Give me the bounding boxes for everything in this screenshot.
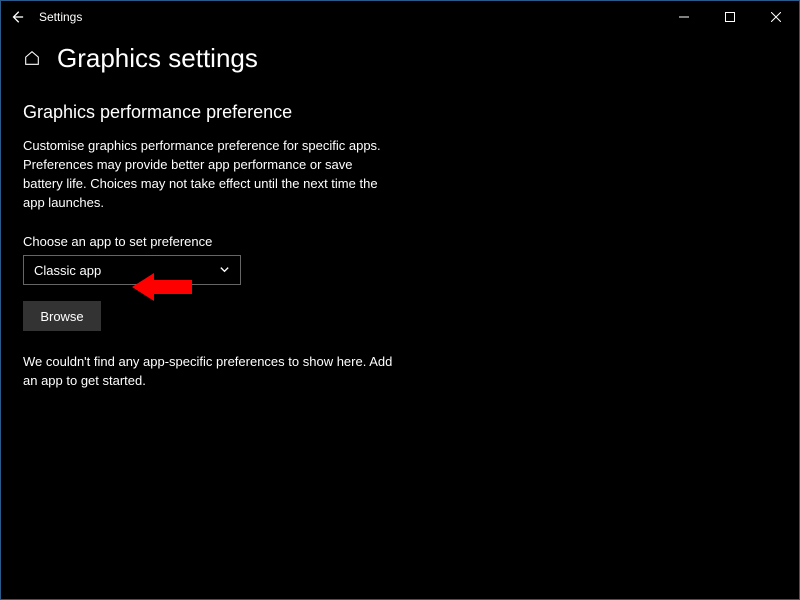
home-icon (23, 49, 41, 67)
close-button[interactable] (753, 1, 799, 33)
page-header: Graphics settings (23, 43, 777, 74)
minimize-icon (679, 12, 689, 22)
back-arrow-icon (10, 10, 24, 24)
titlebar-left: Settings (9, 9, 82, 25)
maximize-button[interactable] (707, 1, 753, 33)
content-area: Graphics settings Graphics performance p… (1, 33, 799, 413)
section-heading: Graphics performance preference (23, 102, 777, 123)
browse-button[interactable]: Browse (23, 301, 101, 331)
minimize-button[interactable] (661, 1, 707, 33)
titlebar: Settings (1, 1, 799, 33)
app-type-dropdown[interactable]: Classic app (23, 255, 241, 285)
choose-app-label: Choose an app to set preference (23, 234, 777, 249)
home-button[interactable] (23, 49, 43, 69)
back-button[interactable] (9, 9, 25, 25)
chevron-down-icon (219, 263, 230, 278)
window-controls (661, 1, 799, 33)
maximize-icon (725, 12, 735, 22)
dropdown-value: Classic app (34, 263, 101, 278)
page-title: Graphics settings (57, 43, 258, 74)
close-icon (771, 12, 781, 22)
titlebar-title: Settings (39, 10, 82, 24)
empty-state-message: We couldn't find any app-specific prefer… (23, 353, 393, 391)
section-description: Customise graphics performance preferenc… (23, 137, 393, 212)
